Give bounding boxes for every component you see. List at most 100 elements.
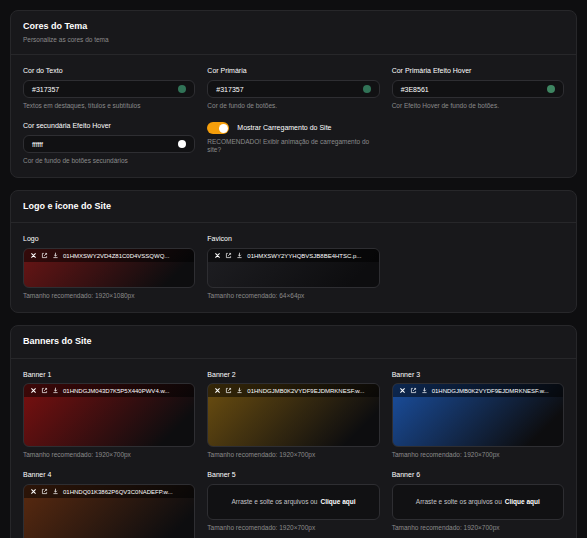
download-icon[interactable] [236,387,243,394]
remove-icon[interactable] [214,387,221,394]
file-bar: 01HNDGJMB0K2VYDF9EJDMRKNESF.w... [208,384,378,397]
file-bar: 01HNDQ01K3862P6QV3C0NADEFP.w... [24,485,194,498]
open-icon[interactable] [225,387,232,394]
field-helper: Tamanho recomendado: 1920×700px [207,451,379,459]
download-icon[interactable] [236,252,243,259]
loading-toggle-field: Mostrar Carregamento do SiteRECOMENDADO!… [207,122,379,165]
field-helper: Tamanho recomendado: 1920×700px [392,524,564,532]
color-field: Cor do Texto#317357Textos em destaques, … [23,67,195,110]
color-swatch[interactable] [363,85,371,93]
banner-field: Banner 1 01HNDGJM043D7K5P5X440PWV4.w... Ta… [23,371,195,460]
field-helper: Cor Efeito Hover de fundo de botões. [392,102,564,110]
color-field: Cor Primária Efeito Hover#3E8561Cor Efei… [392,67,564,110]
file-name: 01HMXSWY2VD4Z81C0D4VSSQWQ... [63,253,169,259]
color-input[interactable]: #317357 [23,80,195,98]
logo-card: Logo e Ícone do Site Logo01HMXSWY2VD4Z81C… [10,190,577,313]
color-value[interactable]: #317357 [32,86,59,93]
upload-field: Favicon 01HMXSWY2YYHQBVSJB8BE4HTSC.p... Ta… [207,235,379,300]
file-preview[interactable]: 01HNDQ01K3862P6QV3C0NADEFP.w... [23,484,195,538]
open-icon[interactable] [41,252,48,259]
file-actions [399,387,428,394]
open-icon[interactable] [410,387,417,394]
field-label: Cor secundária Efeito Hover [23,122,195,131]
file-preview[interactable]: 01HMXSWY2YYHQBVSJB8BE4HTSC.p... [207,248,379,288]
field-label: Banner 3 [392,371,564,380]
color-input[interactable]: #3E8561 [392,80,564,98]
file-bar: 01HMXSWY2VD4Z81C0D4VSSQWQ... [24,249,194,262]
remove-icon[interactable] [30,387,37,394]
color-input[interactable]: ffffff [23,135,195,153]
field-helper: Tamanho recomendado: 1920×700px [392,451,564,459]
download-icon[interactable] [52,252,59,259]
remove-icon[interactable] [30,488,37,495]
remove-icon[interactable] [30,252,37,259]
dropzone[interactable]: Arraste e solte os arquivos ouClique aqu… [392,484,564,520]
color-swatch[interactable] [547,85,555,93]
color-value[interactable]: #317357 [216,86,243,93]
toggle-knob [219,124,228,133]
open-icon[interactable] [225,252,232,259]
field-label: Banner 1 [23,371,195,380]
dropzone-link[interactable]: Clique aqui [505,498,540,506]
upload-field: Logo01HMXSWY2VD4Z81C0D4VSSQWQ...Tamanho … [23,235,195,300]
card-title: Cores do Tema [23,21,564,32]
toggle-switch[interactable] [207,122,229,134]
file-actions [30,387,59,394]
card-header: Cores do Tema Personalize as cores do tem… [11,11,576,55]
theme-card: Cores do Tema Personalize as cores do tem… [10,10,577,178]
settings-page: Cores do Tema Personalize as cores do tem… [0,0,587,538]
banner-field: Banner 4 01HNDQ01K3862P6QV3C0NADEFP.w... [23,471,195,538]
file-name: 01HMXSWY2YYHQBVSJB8BE4HTSC.p... [247,253,361,259]
banners-card: Banners do Site Banner 1 01HNDGJM043D7K5P5… [10,325,577,538]
field-helper: Tamanho recomendado: 1920×700px [23,451,195,459]
file-preview[interactable]: 01HNDGJMB0K2VYDF9EJDMRKNESF.w... [392,383,564,447]
file-actions [214,387,243,394]
file-name: 01HNDGJMB0K2VYDF9EJDMRKNESF.w... [432,388,549,394]
download-icon[interactable] [52,488,59,495]
field-label: Cor do Texto [23,67,195,76]
field-helper: Cor de fundo de botões. [207,102,379,110]
card-title: Banners do Site [23,336,564,347]
banner-field: Banner 6Arraste e solte os arquivos ouCl… [392,471,564,538]
open-icon[interactable] [41,488,48,495]
card-body: Banner 1 01HNDGJM043D7K5P5X440PWV4.w... Ta… [11,359,576,538]
dropzone-text: Arraste e solte os arquivos ou [231,498,317,506]
color-input[interactable]: #317357 [207,80,379,98]
open-icon[interactable] [41,387,48,394]
field-label: Cor Primária [207,67,379,76]
remove-icon[interactable] [399,387,406,394]
card-title: Logo e Ícone do Site [23,201,564,212]
file-preview[interactable]: 01HNDGJMB0K2VYDF9EJDMRKNESF.w... [207,383,379,447]
dropzone[interactable]: Arraste e solte os arquivos ouClique aqu… [207,484,379,520]
field-label: Favicon [207,235,379,244]
color-value[interactable]: ffffff [32,141,43,148]
file-actions [30,252,59,259]
color-swatch[interactable] [178,85,186,93]
banner-field: Banner 5Arraste e solte os arquivos ouCl… [207,471,379,538]
color-swatch[interactable] [178,140,186,148]
download-icon[interactable] [52,387,59,394]
field-label: Banner 2 [207,371,379,380]
field-helper: Tamanho recomendado: 64×64px [207,292,379,300]
field-helper: Tamanho recomendado: 1920×700px [207,524,379,532]
banner-field: Banner 3 01HNDGJMB0K2VYDF9EJDMRKNESF.w...… [392,371,564,460]
file-name: 01HNDGJMB0K2VYDF9EJDMRKNESF.w... [247,388,364,394]
card-header: Banners do Site [11,326,576,358]
file-bar: 01HMXSWY2YYHQBVSJB8BE4HTSC.p... [208,249,378,262]
file-actions [30,488,59,495]
card-body: Cor do Texto#317357Textos em destaques, … [11,55,576,177]
color-field: Cor Primária #317357 Cor de fundo de botõe… [207,67,379,110]
file-preview[interactable]: 01HMXSWY2VD4Z81C0D4VSSQWQ... [23,248,195,288]
color-value[interactable]: #3E8561 [401,86,429,93]
dropzone-link[interactable]: Clique aqui [320,498,355,506]
card-body: Logo01HMXSWY2VD4Z81C0D4VSSQWQ...Tamanho … [11,223,576,312]
card-header: Logo e Ícone do Site [11,191,576,223]
remove-icon[interactable] [214,252,221,259]
file-actions [214,252,243,259]
file-preview[interactable]: 01HNDGJM043D7K5P5X440PWV4.w... [23,383,195,447]
card-subtitle: Personalize as cores do tema [23,36,564,44]
download-icon[interactable] [421,387,428,394]
dropzone-text: Arraste e solte os arquivos ou [416,498,502,506]
color-field: Cor secundária Efeito HoverffffffCor de … [23,122,195,165]
field-label: Banner 4 [23,471,195,480]
